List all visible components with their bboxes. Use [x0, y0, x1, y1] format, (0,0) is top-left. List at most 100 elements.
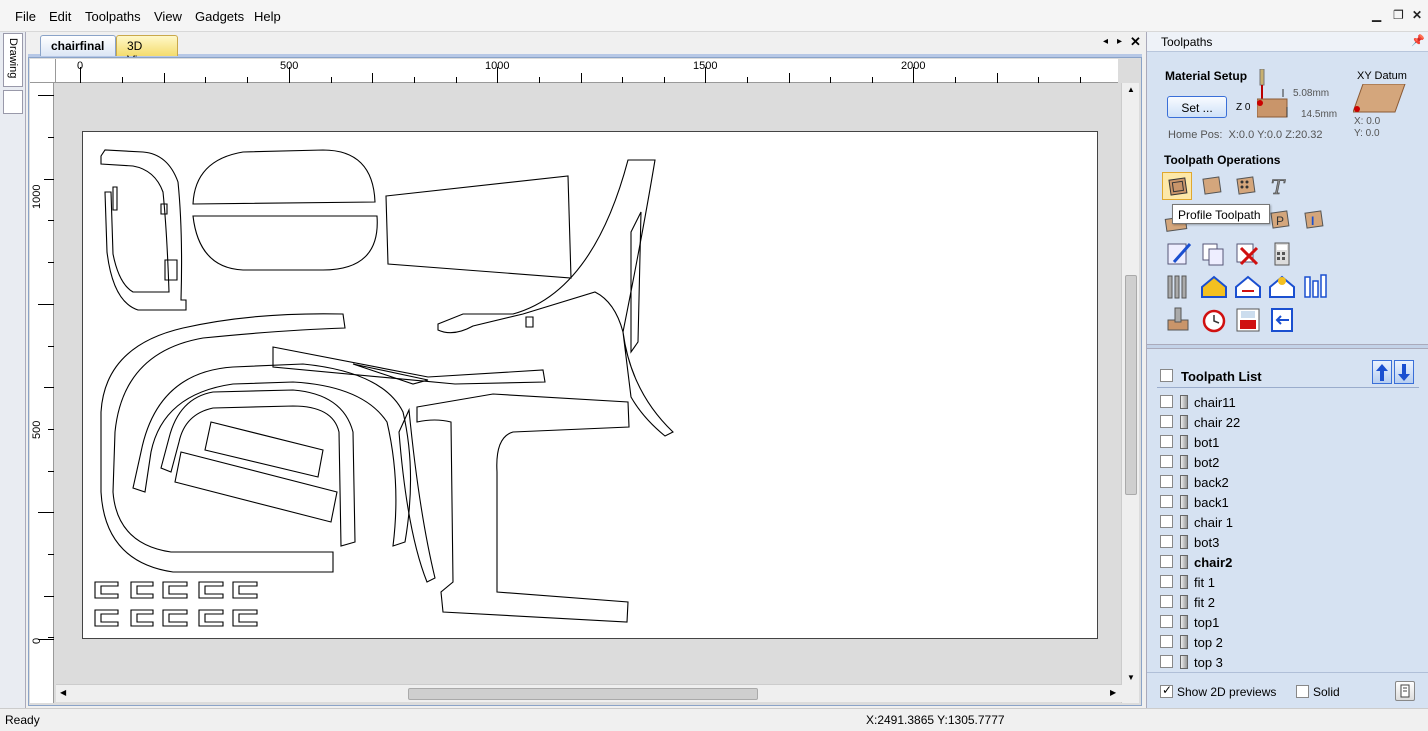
toolpath-icon [1180, 455, 1188, 469]
pocket-toolpath-icon[interactable] [1197, 172, 1227, 200]
save-toolpath-icon[interactable] [1199, 273, 1229, 301]
material-set-button[interactable]: Set ... [1167, 96, 1227, 118]
minimize-icon[interactable]: ▁ [1372, 8, 1381, 22]
toolpath-list-item[interactable]: back1 [1160, 492, 1428, 512]
arrow-down-icon [1398, 364, 1410, 381]
toolpath-list-item[interactable]: fit 1 [1160, 572, 1428, 592]
summary-button[interactable] [1395, 681, 1415, 701]
toolpath-visibility-checkbox[interactable] [1160, 615, 1173, 628]
datum-x: X: 0.0 [1354, 116, 1381, 127]
toolpath-list-item[interactable]: bot2 [1160, 452, 1428, 472]
toolpath-visibility-checkbox[interactable] [1160, 495, 1173, 508]
toolpath-name: top 2 [1194, 635, 1223, 650]
scroll-up-icon[interactable]: ▲ [1127, 85, 1135, 94]
toolpath-list-item[interactable]: chair2 [1160, 552, 1428, 572]
drilling-toolpath-icon[interactable] [1231, 172, 1261, 200]
toolpath-list-item[interactable]: top1 [1160, 612, 1428, 632]
panel-title: Toolpaths [1161, 35, 1213, 49]
toolpath-visibility-checkbox[interactable] [1160, 435, 1173, 448]
tab-chairfinal[interactable]: chairfinal [40, 35, 116, 56]
toolpath-visibility-checkbox[interactable] [1160, 655, 1173, 668]
toolpath-list-select-all-checkbox[interactable] [1160, 369, 1173, 382]
document-tab-strip [26, 32, 1144, 56]
machining-time-icon[interactable] [1199, 306, 1229, 334]
horizontal-scrollbar[interactable]: ◀ ▶ [56, 684, 1122, 702]
close-icon[interactable]: ✕ [1412, 8, 1422, 22]
vertical-scrollbar[interactable]: ▲ ▼ [1121, 83, 1139, 703]
toolpath-visibility-checkbox[interactable] [1160, 455, 1173, 468]
save-gcode-icon[interactable] [1233, 306, 1263, 334]
tab-3d-view[interactable]: 3D View [116, 35, 178, 67]
solid-checkbox[interactable] [1296, 685, 1309, 698]
horizontal-scroll-thumb[interactable] [408, 688, 758, 700]
scroll-left-icon[interactable]: ◀ [60, 688, 66, 697]
inlay-toolpath-icon[interactable]: I [1299, 206, 1329, 234]
menu-file[interactable]: File [15, 9, 36, 24]
delete-toolpath-icon[interactable] [1233, 240, 1263, 268]
vector-drawing[interactable] [83, 132, 1099, 640]
menu-gadgets[interactable]: Gadgets [195, 9, 244, 24]
sort-toolpaths-icon[interactable] [1301, 273, 1331, 301]
menu-help[interactable]: Help [254, 9, 281, 24]
secondary-tab[interactable] [3, 90, 23, 114]
toolpath-name: top 3 [1194, 655, 1223, 670]
toolpath-list-item[interactable]: fit 2 [1160, 592, 1428, 612]
toolpath-visibility-checkbox[interactable] [1160, 535, 1173, 548]
toolpath-list-item[interactable]: top 3 [1160, 652, 1428, 672]
close-document-icon[interactable]: ✕ [1130, 34, 1141, 50]
tool-database-icon[interactable] [1164, 273, 1194, 301]
calculator-icon[interactable] [1267, 240, 1297, 268]
toolpath-icon [1180, 615, 1188, 629]
vcarve-toolpath-icon[interactable]: T [1265, 172, 1295, 200]
toolpath-visibility-checkbox[interactable] [1160, 395, 1173, 408]
v-ruler-label: 500 [31, 420, 43, 439]
toolpath-icon [1180, 535, 1188, 549]
menu-toolpaths[interactable]: Toolpaths [85, 9, 141, 24]
show-2d-previews-checkbox[interactable]: ✓ [1160, 683, 1173, 698]
toolpath-list-item[interactable]: bot3 [1160, 532, 1428, 552]
template-toolpath-icon[interactable] [1267, 273, 1297, 301]
toolpath-operations-heading: Toolpath Operations [1164, 153, 1281, 167]
panel-splitter[interactable] [1147, 344, 1428, 349]
move-up-button[interactable] [1372, 360, 1392, 384]
toolpath-icon [1180, 495, 1188, 509]
merge-toolpath-icon[interactable] [1233, 273, 1263, 301]
toolpath-visibility-checkbox[interactable] [1160, 635, 1173, 648]
toolpath-visibility-checkbox[interactable] [1160, 475, 1173, 488]
vertical-scroll-thumb[interactable] [1125, 275, 1137, 495]
toolpath-visibility-checkbox[interactable] [1160, 595, 1173, 608]
toolpath-list-item[interactable]: bot1 [1160, 432, 1428, 452]
drawing-tab[interactable]: Drawing [3, 33, 23, 87]
pin-icon[interactable]: 📌 [1411, 34, 1425, 47]
toolpath-name: chair 22 [1194, 415, 1241, 430]
edit-toolpath-icon[interactable] [1164, 240, 1194, 268]
toolpath-icon [1180, 635, 1188, 649]
move-down-button[interactable] [1394, 360, 1414, 384]
material-sheet[interactable] [82, 131, 1098, 639]
toolpath-list-item[interactable]: chair 22 [1160, 412, 1428, 432]
restore-icon[interactable]: ❐ [1393, 8, 1404, 22]
profile-toolpath-icon[interactable] [1162, 172, 1192, 200]
drawing-tab-label: Drawing [7, 38, 19, 79]
toolpath-list-item[interactable]: chair11 [1160, 392, 1428, 412]
scroll-down-icon[interactable]: ▼ [1127, 673, 1135, 682]
tab-scroll-left-icon[interactable]: ◂ [1103, 36, 1108, 47]
toolpath-visibility-checkbox[interactable] [1160, 555, 1173, 568]
toolpath-list-item[interactable]: chair 1 [1160, 512, 1428, 532]
toolpath-visibility-checkbox[interactable] [1160, 575, 1173, 588]
exit-panel-icon[interactable] [1267, 306, 1297, 334]
copy-toolpath-icon[interactable] [1199, 240, 1229, 268]
tab-scroll-right-icon[interactable]: ▸ [1117, 36, 1122, 47]
preview-toolpath-icon[interactable] [1164, 306, 1194, 334]
toolpath-icon [1180, 415, 1188, 429]
checkmark-icon: ✓ [1162, 683, 1173, 697]
material-thickness-dimension: 14.5mm [1301, 109, 1338, 120]
toolpath-visibility-checkbox[interactable] [1160, 515, 1173, 528]
xy-datum-icon[interactable] [1352, 83, 1407, 114]
toolpath-visibility-checkbox[interactable] [1160, 415, 1173, 428]
menu-edit[interactable]: Edit [49, 9, 71, 24]
toolpath-list-item[interactable]: back2 [1160, 472, 1428, 492]
toolpath-list-item[interactable]: top 2 [1160, 632, 1428, 652]
menu-view[interactable]: View [154, 9, 182, 24]
scroll-right-icon[interactable]: ▶ [1110, 688, 1116, 697]
